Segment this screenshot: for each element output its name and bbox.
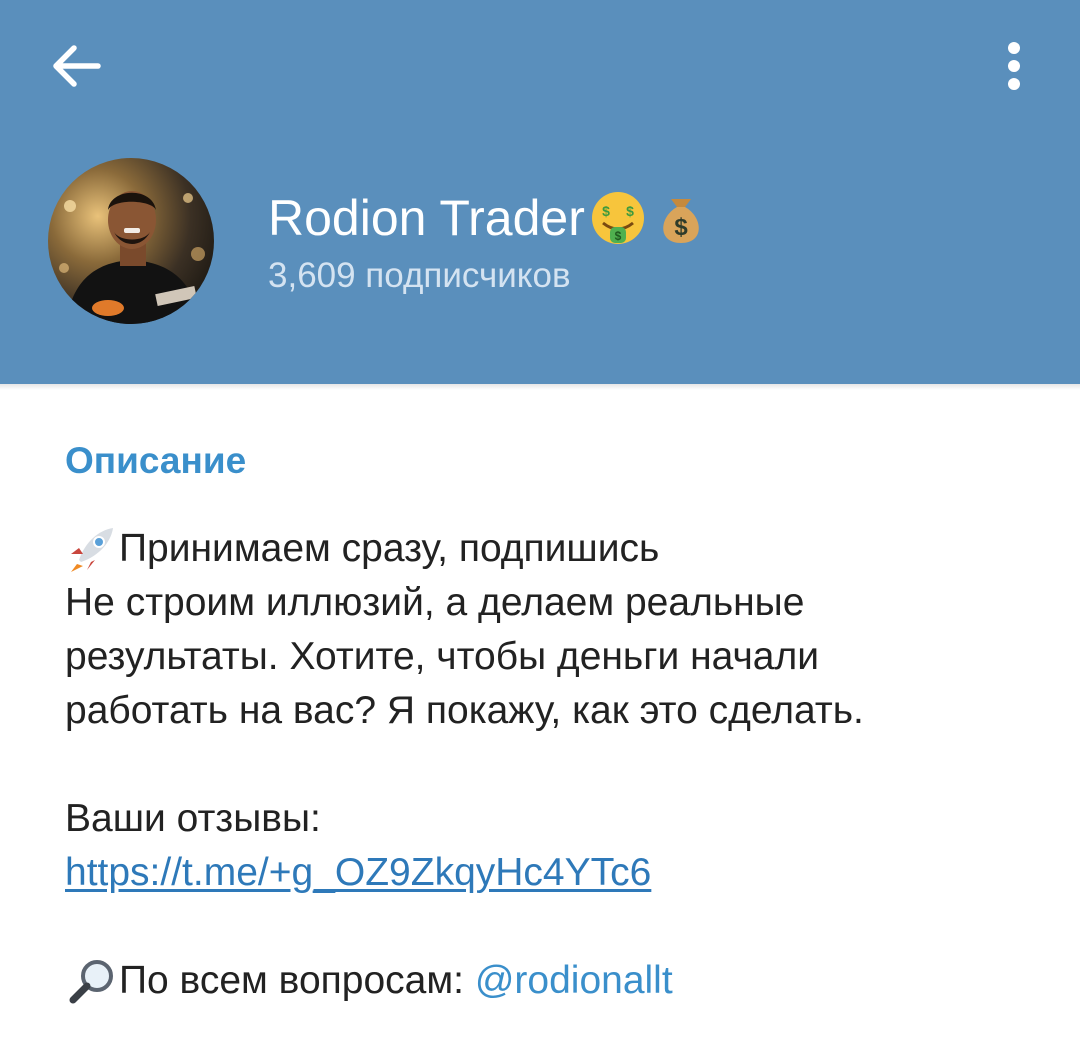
channel-title: Rodion Trader $ $ $ $ [268,186,709,250]
reviews-link[interactable]: https://t.me/+g_OZ9ZkqyHc4YTc6 [65,846,651,900]
description-section-title: Описание [65,440,247,481]
svg-text:$: $ [674,214,688,241]
channel-header: Rodion Trader $ $ $ $ 3,609 подписчиков [0,0,1080,384]
rocket-icon [71,528,113,572]
svg-text:$: $ [615,229,622,243]
subscriber-count: 3,609 подписчиков [268,256,571,295]
contact-mention-link[interactable]: @rodionallt [475,954,673,1008]
description-line-2: Не строим иллюзий, а делаем реальные [65,581,805,624]
channel-description: Принимаем сразу, подпишись Не строим илл… [65,522,1045,1008]
contact-line: По всем вопросам: @rodionallt [65,954,1045,1008]
magnifying-glass-icon [69,960,113,1004]
arrow-left-icon [53,45,101,87]
more-options-button[interactable] [984,34,1044,98]
more-vertical-icon [1008,42,1020,90]
money-bag-icon: $ [663,199,699,243]
reviews-label: Ваши отзывы: [65,797,321,840]
channel-name-text: Rodion Trader [268,190,585,246]
contact-label: По всем вопросам: [119,959,475,1002]
back-button[interactable] [40,34,112,98]
description-line-3: результаты. Хотите, чтобы деньги начали [65,635,820,678]
svg-text:$: $ [626,203,634,219]
description-line-4: работать на вас? Я покажу, как это сдела… [65,689,864,732]
svg-text:$: $ [602,203,610,219]
header-shadow [0,384,1080,390]
channel-avatar[interactable] [48,158,214,324]
description-line-1: Принимаем сразу, подпишись [65,522,1045,576]
money-mouth-face-icon: $ $ $ [591,192,644,244]
